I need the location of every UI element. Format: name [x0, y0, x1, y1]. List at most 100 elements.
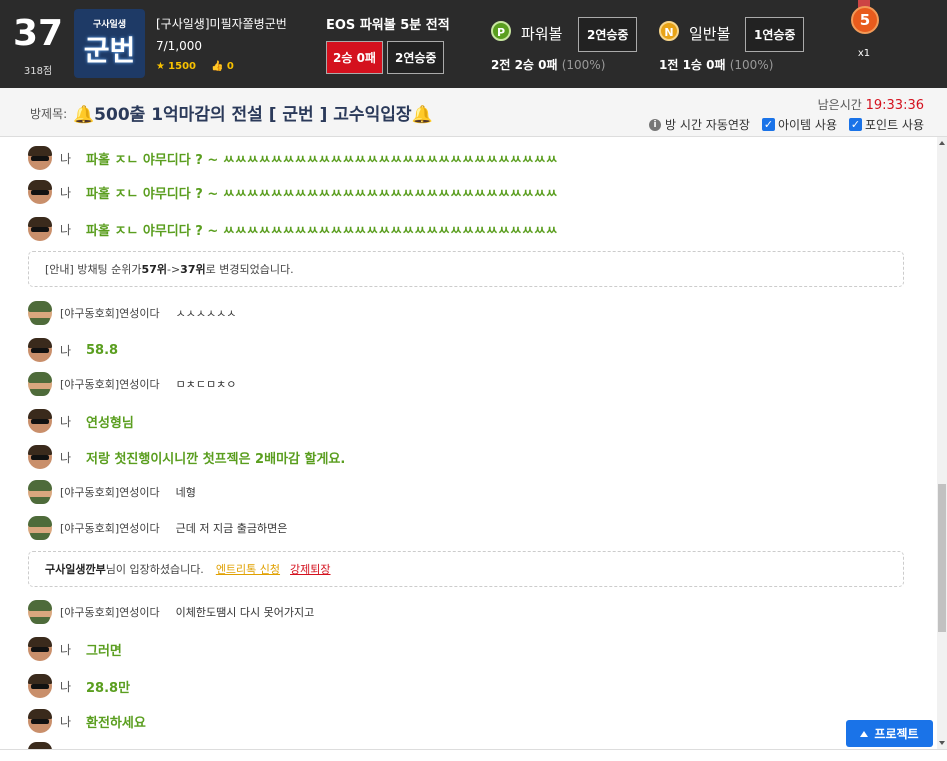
- sender-name[interactable]: [야구동호회]연성이다: [60, 305, 160, 321]
- message-text: 환전하세요: [86, 715, 146, 731]
- avatar[interactable]: [28, 338, 52, 362]
- message-text: 네형: [175, 486, 196, 499]
- scroll-down-icon[interactable]: [939, 741, 945, 745]
- star-icon: ★: [156, 61, 165, 72]
- room-title: 🔔500출 1억마감의 전설 [ 군번 ] 고수익입장🔔: [73, 100, 433, 125]
- message-text: ㅅㅅㅅㅅㅅㅅ: [175, 307, 237, 320]
- avatar[interactable]: [28, 600, 52, 624]
- project-button[interactable]: 프로젝트: [846, 720, 933, 747]
- chat-message: 나 28.8만: [28, 673, 130, 699]
- entry-notice-text: 님이 입장하셨습니다.: [105, 563, 204, 576]
- message-text: 파홀 ㅈㄴ 야무디다 ? ~ ㅆㅆㅆㅆㅆㅆㅆㅆㅆㅆㅆㅆㅆㅆㅆㅆㅆㅆㅆㅆㅆㅆㅆㅆㅆ…: [86, 152, 558, 168]
- avatar[interactable]: [28, 180, 52, 204]
- chat-message: 나 연성형님: [28, 408, 134, 434]
- rank-score: 318점: [23, 66, 53, 77]
- chat-message: [야구동호회]연성이다 ㅁㅊㄷㅁㅊㅇ: [28, 371, 236, 397]
- auto-extend-label: 방 시간 자동연장: [665, 118, 750, 132]
- thumbs-up-icon: 👍: [211, 61, 224, 72]
- message-text: 저랑 첫진행이시니깐 첫프젝은 2배마감 할게요.: [86, 451, 346, 467]
- avatar[interactable]: [28, 742, 52, 749]
- force-kick-link[interactable]: 강제퇴장: [290, 561, 330, 577]
- chat-message: [야구동호회]연성이다 ㅅㅅㅅㅅㅅㅅ: [28, 300, 236, 326]
- chat-scrollbar[interactable]: [937, 137, 947, 749]
- sender-me: 나: [60, 343, 72, 358]
- normalball-icon: N: [659, 21, 679, 41]
- member-count: 7/1,000: [156, 39, 203, 53]
- sender-name[interactable]: [야구동호회]연성이다: [60, 484, 160, 500]
- powerball-record: 2전 2승 0패 (100%): [491, 56, 605, 73]
- like-count: 0: [226, 61, 234, 72]
- item-use-checkbox[interactable]: ✓ 아이템 사용: [761, 116, 837, 133]
- message-text: 이체한도땜시 다시 못어가지고: [175, 606, 315, 619]
- chat-message: 나 파홀 ㅈㄴ 야무디다 ? ~ ㅆㅆㅆㅆㅆㅆㅆㅆㅆㅆㅆㅆㅆㅆㅆㅆㅆㅆㅆㅆㅆㅆㅆ…: [28, 145, 558, 171]
- timer-value: 19:33:36: [865, 98, 924, 113]
- entry-notice: 구사일생깐부 님이 입장하셨습니다. 엔트리톡 신청 강제퇴장: [28, 551, 904, 587]
- eos-record: EOS 파워볼 5분 전적 2승 0패 2연승중: [326, 14, 450, 74]
- normalball-pct: (100%): [729, 58, 774, 72]
- room-info: [구사일생]미필자쫄병군번 7/1,000 ★ 1500 👍 0: [156, 15, 287, 72]
- message-text: 연성형님: [86, 415, 134, 431]
- bottom-divider: [0, 749, 947, 761]
- normalball-name: 일반볼: [689, 25, 731, 43]
- chat-message: 나 환전하세요: [28, 708, 146, 734]
- info-icon: i: [649, 118, 662, 131]
- avatar[interactable]: [28, 516, 52, 540]
- point-use-checkbox[interactable]: ✓ 포인트 사용: [848, 116, 924, 133]
- medal-multiplier: x1: [857, 48, 871, 59]
- room-name: [구사일생]미필자쫄병군번: [156, 17, 287, 31]
- sender-name[interactable]: [야구동호회]연성이다: [60, 520, 160, 536]
- chat-message: [야구동호회]연성이다 네형: [28, 479, 196, 505]
- room-title-text: 500출 1억마감의 전설 [ 군번 ] 고수익입장: [94, 105, 412, 125]
- chat-area[interactable]: 나 파홀 ㅈㄴ 야무디다 ? ~ ㅆㅆㅆㅆㅆㅆㅆㅆㅆㅆㅆㅆㅆㅆㅆㅆㅆㅆㅆㅆㅆㅆㅆ…: [0, 137, 937, 749]
- avatar[interactable]: [28, 217, 52, 241]
- avatar[interactable]: [28, 674, 52, 698]
- sender-me: 나: [60, 642, 72, 657]
- scroll-up-icon[interactable]: [939, 141, 945, 145]
- notice-suffix: 로 변경되었습니다.: [205, 263, 294, 276]
- item-use-label: 아이템 사용: [777, 118, 837, 132]
- room-title-bar: 방제목: 🔔500출 1억마감의 전설 [ 군번 ] 고수익입장🔔 남은시간 1…: [0, 88, 947, 137]
- normalball-record: 1전 1승 0패 (100%): [659, 56, 773, 73]
- avatar[interactable]: [28, 146, 52, 170]
- powerball-record-text: 2전 2승 0패: [491, 58, 558, 72]
- caret-up-icon: [860, 730, 869, 737]
- chat-message: 나 58.8: [28, 337, 118, 363]
- chat-message: [야구동호회]연성이다 이체한도땜시 다시 못어가지고: [28, 599, 314, 625]
- scrollbar-thumb[interactable]: [938, 484, 946, 632]
- room-title-label: 방제목:: [30, 107, 68, 121]
- message-text: 58.8: [86, 342, 119, 358]
- room-logo[interactable]: 구사일생 군번: [74, 9, 145, 78]
- entered-user-name[interactable]: 구사일생깐부: [45, 561, 106, 577]
- sender-name[interactable]: [야구동호회]연성이다: [60, 376, 160, 392]
- chat-message: [야구동호회]연성이다 근데 저 지금 출금하면은: [28, 515, 287, 541]
- rank-block: 37 318점: [10, 13, 66, 78]
- auto-extend-option[interactable]: i방 시간 자동연장: [649, 116, 750, 133]
- room-options: i방 시간 자동연장 ✓ 아이템 사용 ✓ 포인트 사용: [643, 116, 924, 133]
- sender-me: 나: [60, 414, 72, 429]
- chat-message: 나 파홀 ㅈㄴ 야무디다 ? ~ ㅆㅆㅆㅆㅆㅆㅆㅆㅆㅆㅆㅆㅆㅆㅆㅆㅆㅆㅆㅆㅆㅆㅆ…: [28, 179, 558, 205]
- notice-from-rank: 57위: [141, 263, 167, 276]
- chat-message: 나 그러면: [28, 636, 122, 662]
- sender-name[interactable]: [야구동호회]연성이다: [60, 604, 160, 620]
- chat-message: 나 저랑 첫진행이시니깐 첫프젝은 2배마감 할게요.: [28, 444, 345, 470]
- avatar[interactable]: [28, 445, 52, 469]
- avatar[interactable]: [28, 637, 52, 661]
- eos-streak-badge: 2연승중: [386, 41, 445, 74]
- avatar[interactable]: [28, 372, 52, 396]
- remaining-time: 남은시간 19:33:36: [818, 96, 924, 113]
- entry-talk-request-link[interactable]: 엔트리톡 신청: [216, 561, 280, 577]
- rank-number: 37: [12, 13, 64, 54]
- message-text: 파홀 ㅈㄴ 야무디다 ? ~ ㅆㅆㅆㅆㅆㅆㅆㅆㅆㅆㅆㅆㅆㅆㅆㅆㅆㅆㅆㅆㅆㅆㅆㅆㅆ…: [86, 186, 558, 202]
- avatar[interactable]: [28, 480, 52, 504]
- project-button-label: 프로젝트: [874, 727, 919, 741]
- sender-me: 나: [60, 450, 72, 465]
- avatar[interactable]: [28, 301, 52, 325]
- avatar[interactable]: [28, 709, 52, 733]
- rank-change-notice: [안내] 방채팅 순위가 57위 -> 37위 로 변경되었습니다.: [28, 251, 904, 287]
- eos-record-badge: 2승 0패: [326, 41, 383, 74]
- avatar[interactable]: [28, 409, 52, 433]
- powerball-icon: P: [491, 21, 511, 41]
- message-text: 근데 저 지금 출금하면은: [175, 522, 288, 535]
- normalball-streak: 1연승중: [745, 17, 805, 52]
- powerball-pct: (100%): [561, 58, 606, 72]
